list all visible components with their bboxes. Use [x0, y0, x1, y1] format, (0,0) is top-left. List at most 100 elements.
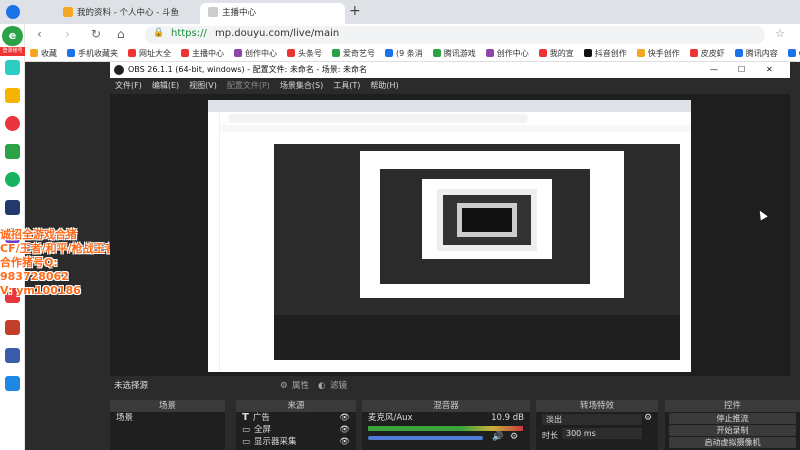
speaker-icon[interactable]: 🔊 [492, 432, 503, 442]
obs-menu-item[interactable]: 帮助(H) [370, 81, 398, 90]
gear-icon[interactable]: ⚙ [280, 376, 288, 396]
browser-logo-icon[interactable] [6, 5, 20, 19]
duration-label: 时长 [542, 431, 558, 440]
obs-menu-item[interactable]: 工具(T) [333, 81, 360, 90]
bookmark-item[interactable]: 我的宣 [534, 46, 579, 61]
obs-menu-item[interactable]: 配置文件(P) [227, 81, 270, 90]
minimize-button[interactable]: — [710, 62, 718, 78]
sidebar-star-icon[interactable] [5, 88, 20, 103]
obs-menu-item[interactable]: 视图(V) [189, 81, 217, 90]
bookmark-label: 主播中心 [192, 49, 224, 58]
close-button[interactable]: ✕ [766, 62, 773, 78]
properties-button[interactable]: 属性 [292, 376, 309, 396]
nested-sidebar [208, 112, 220, 372]
source-item[interactable]: T 广告 👁 [236, 412, 356, 424]
bookmark-item[interactable]: 创作中心 [481, 46, 534, 61]
browser-tab-bar: 我的资料 - 个人中心 - 斗鱼 主播中心 + [0, 0, 800, 24]
login-badge[interactable]: 登录账号 [0, 47, 25, 56]
bookmark-item[interactable]: 腾讯游戏 [428, 46, 481, 61]
back-icon[interactable]: ‹ [37, 27, 42, 41]
game-icon[interactable] [5, 348, 20, 363]
volume-slider[interactable] [368, 436, 483, 440]
sidebar-news-icon[interactable] [5, 200, 20, 215]
reload-icon[interactable]: ↻ [91, 27, 101, 41]
tab-label: 我的资料 - 个人中心 - 斗鱼 [77, 8, 179, 18]
bookmark-item[interactable]: (9 条消 [380, 46, 428, 61]
promo-overlay-text: 诚招全游戏合猪 CF/王者/和平/枪战王者 合作猪号Q: 983728062 V… [0, 228, 125, 298]
bookmark-item[interactable]: 爱奇艺号 [327, 46, 380, 61]
transition-select[interactable]: 淡出 [542, 414, 642, 425]
bookmark-item[interactable]: 快手创作 [632, 46, 685, 61]
bookmark-favicon-icon [287, 49, 295, 57]
bookmark-favicon-icon [385, 49, 393, 57]
bookmark-item[interactable]: 主播中心 [176, 46, 229, 61]
page-favicon-icon [208, 7, 218, 17]
weibo-icon[interactable] [5, 116, 20, 131]
bookmark-favicon-icon [332, 49, 340, 57]
tab-profile[interactable]: 我的资料 - 个人中心 - 斗鱼 [55, 3, 197, 24]
stop-streaming-button[interactable]: 停止推流 [669, 413, 796, 424]
source-label: 全屏 [254, 425, 272, 435]
bookmark-item[interactable]: QQ [783, 46, 800, 61]
bookmark-item[interactable]: 收藏 [25, 46, 62, 61]
start-recording-button[interactable]: 开始录制 [669, 425, 796, 436]
bookmark-favicon-icon [636, 49, 645, 57]
sidebar-app-icon[interactable] [5, 60, 20, 75]
eye-icon[interactable]: 👁 [339, 424, 350, 436]
bookmark-label: 腾讯内容 [745, 49, 778, 58]
bookmark-label: 我的宣 [549, 49, 574, 58]
browser-nav-bar: ‹ › ↻ ⌂ 🔒 https:// mp.douyu.com/live/mai… [25, 24, 800, 46]
bookmark-label: 抖音创作 [594, 49, 627, 58]
bookmark-favicon-icon [234, 49, 242, 57]
sidebar-mail-icon[interactable] [5, 144, 20, 159]
bookmark-label: (9 条消 [396, 49, 423, 58]
eye-icon[interactable]: 👁 [339, 436, 350, 448]
bookmark-item[interactable]: 创作中心 [229, 46, 282, 61]
eye-icon[interactable]: 👁 [339, 412, 350, 424]
source-item[interactable]: ▭ 显示器采集 👁 [236, 436, 356, 448]
bookmark-favicon-icon [128, 49, 136, 57]
bookmark-label: 手机收藏夹 [78, 49, 118, 58]
duration-input[interactable]: 300 ms [562, 428, 642, 439]
filters-button[interactable]: 滤镜 [330, 376, 347, 396]
bookmark-favicon-icon [787, 49, 796, 57]
lock-icon: 🔒 [153, 28, 165, 38]
obs-menu-item[interactable]: 编辑(E) [152, 81, 179, 90]
bookmark-favicon-icon [689, 49, 698, 57]
bookmark-item[interactable]: 头条号 [282, 46, 327, 61]
new-tab-button[interactable]: + [349, 3, 361, 19]
no-source-label: 未选择源 [114, 381, 149, 391]
edge-e-icon[interactable]: e [2, 26, 23, 46]
source-item[interactable]: ▭ 全屏 👁 [236, 424, 356, 436]
promo-line: CF/王者/和平/枪战王者 [0, 242, 116, 255]
bookmark-favicon-icon [538, 49, 547, 57]
mixer-db-value: 10.9 dB [491, 413, 524, 423]
bookmark-label: 头条号 [298, 49, 322, 58]
bookmark-label: 腾讯游戏 [443, 49, 476, 58]
gear-icon[interactable]: ⚙ [510, 432, 518, 442]
filter-icon[interactable]: ◐ [318, 376, 325, 396]
sidebar-cloud-icon[interactable] [5, 172, 20, 187]
obs-menu-item[interactable]: 文件(F) [115, 81, 142, 90]
obs-menu-item[interactable]: 场景集合(S) [280, 81, 323, 90]
gear-icon[interactable]: ⚙ [644, 413, 652, 423]
nested-tunnel [437, 189, 537, 251]
game-icon[interactable] [5, 320, 20, 335]
p-app-icon[interactable] [5, 376, 20, 391]
bookmark-item[interactable]: 抖音创作 [579, 46, 632, 61]
maximize-button[interactable]: ☐ [738, 62, 745, 78]
star-icon[interactable]: ☆ [775, 27, 785, 40]
bookmark-item[interactable]: 腾讯内容 [730, 46, 783, 61]
url-bar[interactable]: 🔒 https:// mp.douyu.com/live/main [145, 26, 765, 44]
nested-obs-title [274, 135, 680, 144]
home-icon[interactable]: ⌂ [117, 27, 125, 41]
bookmark-item[interactable]: 手机收藏夹 [62, 46, 123, 61]
bookmark-item[interactable]: 皮皮虾 [685, 46, 730, 61]
forward-icon[interactable]: › [65, 27, 70, 41]
bookmark-item[interactable]: 网址大全 [123, 46, 176, 61]
tab-anchor-center[interactable]: 主播中心 [200, 3, 345, 24]
bookmark-label: 创作中心 [496, 49, 529, 58]
virtual-camera-button[interactable]: 启动虚拟摄像机 [669, 437, 796, 448]
scene-item[interactable]: 场景 [110, 412, 225, 424]
nested-obs-window [274, 135, 680, 360]
